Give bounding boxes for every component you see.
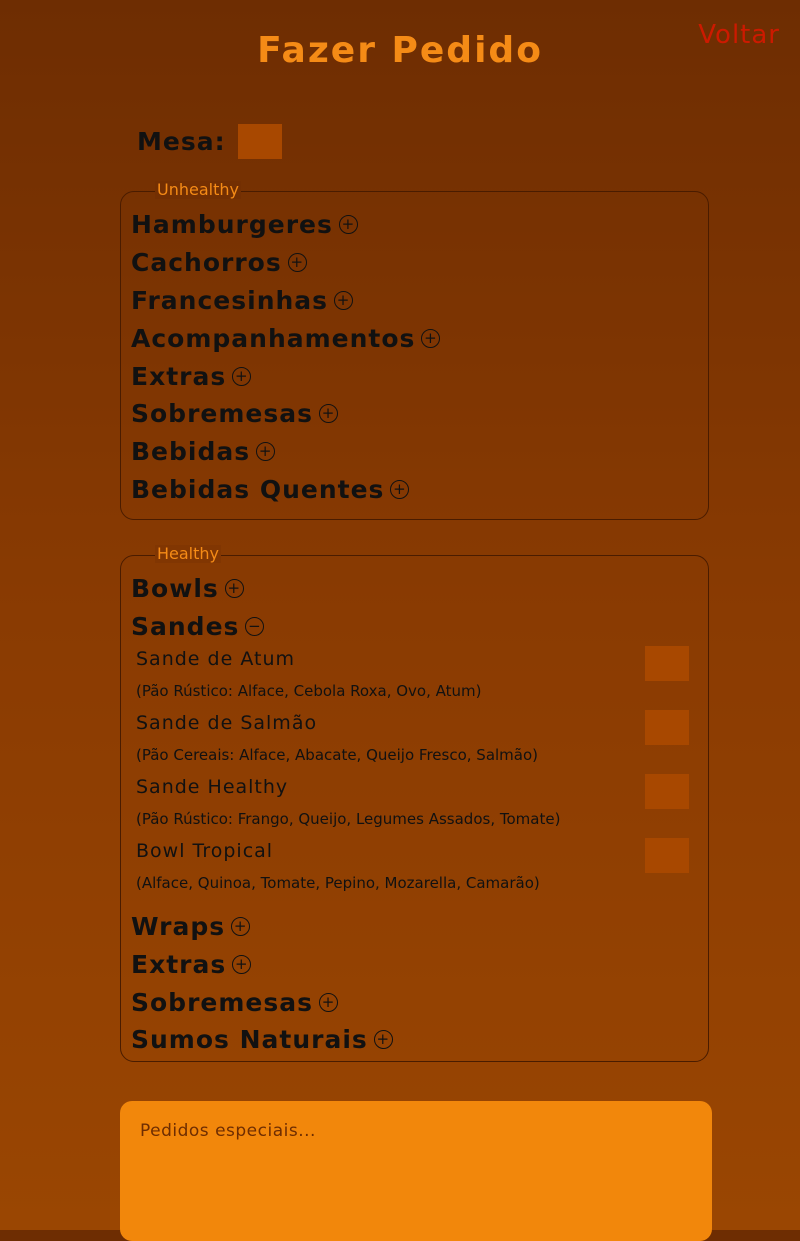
category-extras[interactable]: Extras + [131, 357, 440, 395]
menu-item: Sande de Atum (Pão Rústico: Alface, Cebo… [136, 645, 689, 710]
category-label: Extras [131, 361, 227, 391]
item-quantity-input[interactable] [645, 837, 689, 873]
category-francesinhas[interactable]: Francesinhas + [131, 282, 440, 320]
unhealthy-section: Unhealthy Hamburgeres + Cachorros + France… [120, 181, 709, 520]
category-label: Hamburgeres [131, 210, 333, 240]
table-label: Mesa: [137, 127, 226, 156]
category-label: Extras [131, 949, 227, 979]
category-label: Acompanhamentos [131, 323, 416, 353]
category-sumos-naturais[interactable]: Sumos Naturais + [131, 1021, 689, 1059]
category-label: Cachorros [131, 248, 282, 278]
category-label: Sandes [131, 612, 240, 642]
category-label: Bowls [131, 574, 219, 604]
menu-item: Sande Healthy (Pão Rústico: Frango, Quei… [136, 773, 689, 838]
category-label: Sobremesas [131, 987, 313, 1017]
item-description: (Pão Cereais: Alface, Abacate, Queijo Fr… [136, 745, 539, 764]
item-quantity-input[interactable] [645, 645, 689, 681]
back-link[interactable]: Voltar [698, 20, 780, 50]
category-extras[interactable]: Extras + [131, 945, 689, 983]
item-description: (Alface, Quinoa, Tomate, Pepino, Mozarel… [136, 873, 540, 892]
expand-icon[interactable]: + [319, 404, 338, 424]
unhealthy-legend: Unhealthy [155, 180, 241, 199]
category-bebidas[interactable]: Bebidas + [131, 433, 440, 471]
expand-icon[interactable]: + [319, 992, 338, 1012]
expand-icon[interactable]: + [334, 290, 354, 310]
category-hamburgeres[interactable]: Hamburgeres + [131, 206, 440, 244]
expand-icon[interactable]: + [390, 479, 410, 499]
table-field: Mesa: [137, 124, 282, 159]
menu-item: Bowl Tropical (Alface, Quinoa, Tomate, P… [136, 837, 689, 902]
category-label: Sumos Naturais [131, 1025, 368, 1055]
item-name: Bowl Tropical [136, 839, 274, 862]
category-label: Sobremesas [131, 399, 313, 429]
expand-icon[interactable]: + [256, 442, 276, 462]
category-bebidas-quentes[interactable]: Bebidas Quentes + [131, 471, 440, 509]
expand-icon[interactable]: + [287, 253, 307, 273]
expand-icon[interactable]: + [421, 328, 441, 348]
table-input[interactable] [237, 124, 282, 159]
expand-icon[interactable]: + [232, 366, 252, 386]
page-title: Fazer Pedido [257, 30, 543, 71]
healthy-section: Healthy Bowls + Sandes − Sande de Atum (Pã… [120, 545, 709, 1062]
category-cachorros[interactable]: Cachorros + [131, 244, 440, 282]
item-name: Sande de Atum [136, 647, 295, 670]
category-acompanhamentos[interactable]: Acompanhamentos + [131, 319, 441, 357]
category-label: Bebidas Quentes [131, 474, 385, 504]
menu-item: Sande de Salmão (Pão Cereais: Alface, Ab… [136, 709, 689, 774]
category-label: Wraps [131, 911, 226, 941]
expand-icon[interactable]: + [338, 215, 358, 235]
category-sobremesas[interactable]: Sobremesas + [131, 983, 689, 1021]
category-label: Bebidas [131, 437, 251, 467]
special-requests-textarea[interactable] [120, 1101, 712, 1241]
category-sandes[interactable]: Sandes − [131, 608, 689, 646]
category-bowls[interactable]: Bowls + [131, 570, 689, 608]
item-quantity-input[interactable] [645, 773, 689, 809]
expand-icon[interactable]: + [232, 954, 252, 974]
item-name: Sande de Salmão [136, 711, 318, 734]
item-description: (Pão Rústico: Alface, Cebola Roxa, Ovo, … [136, 681, 482, 700]
item-description: (Pão Rústico: Frango, Queijo, Legumes As… [136, 809, 561, 828]
item-name: Sande Healthy [136, 775, 289, 798]
healthy-legend: Healthy [155, 544, 222, 563]
expand-icon[interactable]: + [224, 579, 244, 599]
sandes-item-list: Sande de Atum (Pão Rústico: Alface, Cebo… [131, 645, 689, 908]
expand-icon[interactable]: + [373, 1030, 393, 1050]
category-label: Francesinhas [131, 285, 329, 315]
expand-icon[interactable]: + [231, 916, 251, 936]
category-sobremesas[interactable]: Sobremesas + [131, 395, 440, 433]
item-quantity-input[interactable] [645, 709, 689, 745]
category-wraps[interactable]: Wraps + [131, 908, 689, 946]
collapse-icon[interactable]: − [245, 617, 265, 637]
